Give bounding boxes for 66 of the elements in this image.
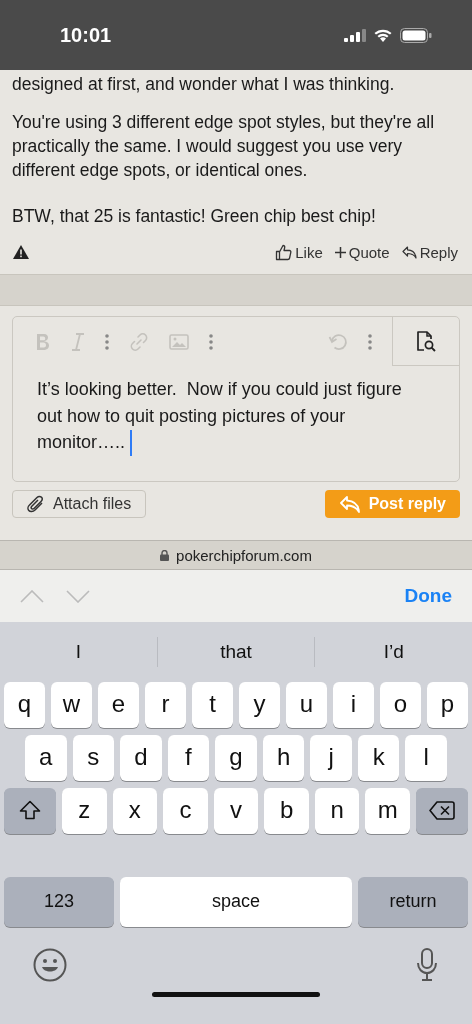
url-text: pokerchipforum.com xyxy=(176,546,312,564)
address-bar[interactable]: pokerchipforum.com xyxy=(0,540,472,570)
chevron-up-icon[interactable] xyxy=(20,589,44,603)
chevron-down-icon[interactable] xyxy=(66,589,90,603)
more-vertical-icon[interactable] xyxy=(368,333,372,350)
letter-key[interactable]: b xyxy=(264,788,309,834)
post-paragraph: You're using 3 different edge spot styles, but they're all practically the same. I would suggest you use very different edge spots, or identical ones. xyxy=(12,111,436,182)
letter-key[interactable]: u xyxy=(286,682,327,728)
letter-key[interactable]: s xyxy=(72,735,115,781)
plus-icon xyxy=(334,246,346,258)
reply-link[interactable]: Reply xyxy=(401,243,458,261)
microphone-icon[interactable] xyxy=(416,948,438,982)
letter-key[interactable]: n xyxy=(314,788,360,834)
letter-key[interactable]: c xyxy=(163,788,208,834)
reply-arrow-icon xyxy=(401,245,417,259)
emoji-icon[interactable] xyxy=(33,948,67,982)
letter-key[interactable]: j xyxy=(310,735,352,781)
return-key[interactable]: return xyxy=(358,877,468,927)
letter-key[interactable]: p xyxy=(427,682,468,728)
preview-icon[interactable] xyxy=(392,317,459,366)
thumbs-up-icon xyxy=(275,243,293,261)
letter-key[interactable]: v xyxy=(213,788,259,834)
reply-text: It’s looking better. Now if you could just figure out how to quit posting pictures of your monitor….. xyxy=(13,366,459,456)
space-key[interactable]: space xyxy=(120,877,352,927)
shift-key[interactable] xyxy=(4,788,56,834)
like-link[interactable]: Like xyxy=(275,243,323,261)
letter-key[interactable]: f xyxy=(167,735,210,781)
more-vertical-icon[interactable] xyxy=(105,333,109,350)
post-paragraph: designed at first, and wonder what I was thinking. xyxy=(12,73,396,96)
letter-key[interactable]: e xyxy=(98,682,139,728)
letter-key[interactable]: r xyxy=(145,682,186,728)
letter-key[interactable]: z xyxy=(62,788,107,834)
letter-key[interactable]: k xyxy=(357,735,400,781)
clock-time: 10:01 xyxy=(60,23,112,47)
letter-key[interactable]: x xyxy=(112,788,158,834)
lock-icon xyxy=(160,549,170,561)
letter-key[interactable]: g xyxy=(215,735,257,781)
reply-arrow-icon xyxy=(338,495,361,513)
letter-key[interactable]: d xyxy=(120,735,162,781)
letter-key[interactable]: i xyxy=(333,682,374,728)
reply-editor[interactable]: It’s looking better. Now if you could just figure out how to quit posting pictures of your monitor….. xyxy=(12,316,460,482)
quote-link[interactable]: Quote xyxy=(334,243,390,261)
backspace-key[interactable] xyxy=(416,788,469,834)
more-vertical-icon[interactable] xyxy=(209,333,213,350)
attach-files-button[interactable]: Attach files xyxy=(12,490,147,518)
warning-icon[interactable] xyxy=(12,244,30,260)
letter-key[interactable]: l xyxy=(405,735,448,781)
paperclip-icon xyxy=(27,495,45,513)
letter-key[interactable]: o xyxy=(380,682,421,728)
word-suggestion[interactable]: that xyxy=(157,641,315,663)
letter-key[interactable]: t xyxy=(192,682,233,728)
letter-key[interactable]: q xyxy=(4,682,45,728)
letter-key[interactable]: m xyxy=(365,788,411,834)
letter-key[interactable]: a xyxy=(24,735,67,781)
letter-key[interactable]: y xyxy=(239,682,280,728)
post-paragraph: BTW, that 25 is fantastic! Green chip best chip! xyxy=(12,205,377,228)
numbers-key[interactable]: 123 xyxy=(4,877,114,927)
letter-key[interactable]: w xyxy=(51,682,92,728)
wifi-icon xyxy=(374,28,392,42)
battery-icon xyxy=(400,27,432,43)
letter-key[interactable]: h xyxy=(262,735,305,781)
word-suggestion[interactable]: I xyxy=(0,641,157,663)
backspace-icon xyxy=(429,800,456,820)
signal-icon xyxy=(344,28,366,42)
word-suggestion[interactable]: I’d xyxy=(315,641,472,663)
shift-arrow-icon xyxy=(19,800,41,820)
